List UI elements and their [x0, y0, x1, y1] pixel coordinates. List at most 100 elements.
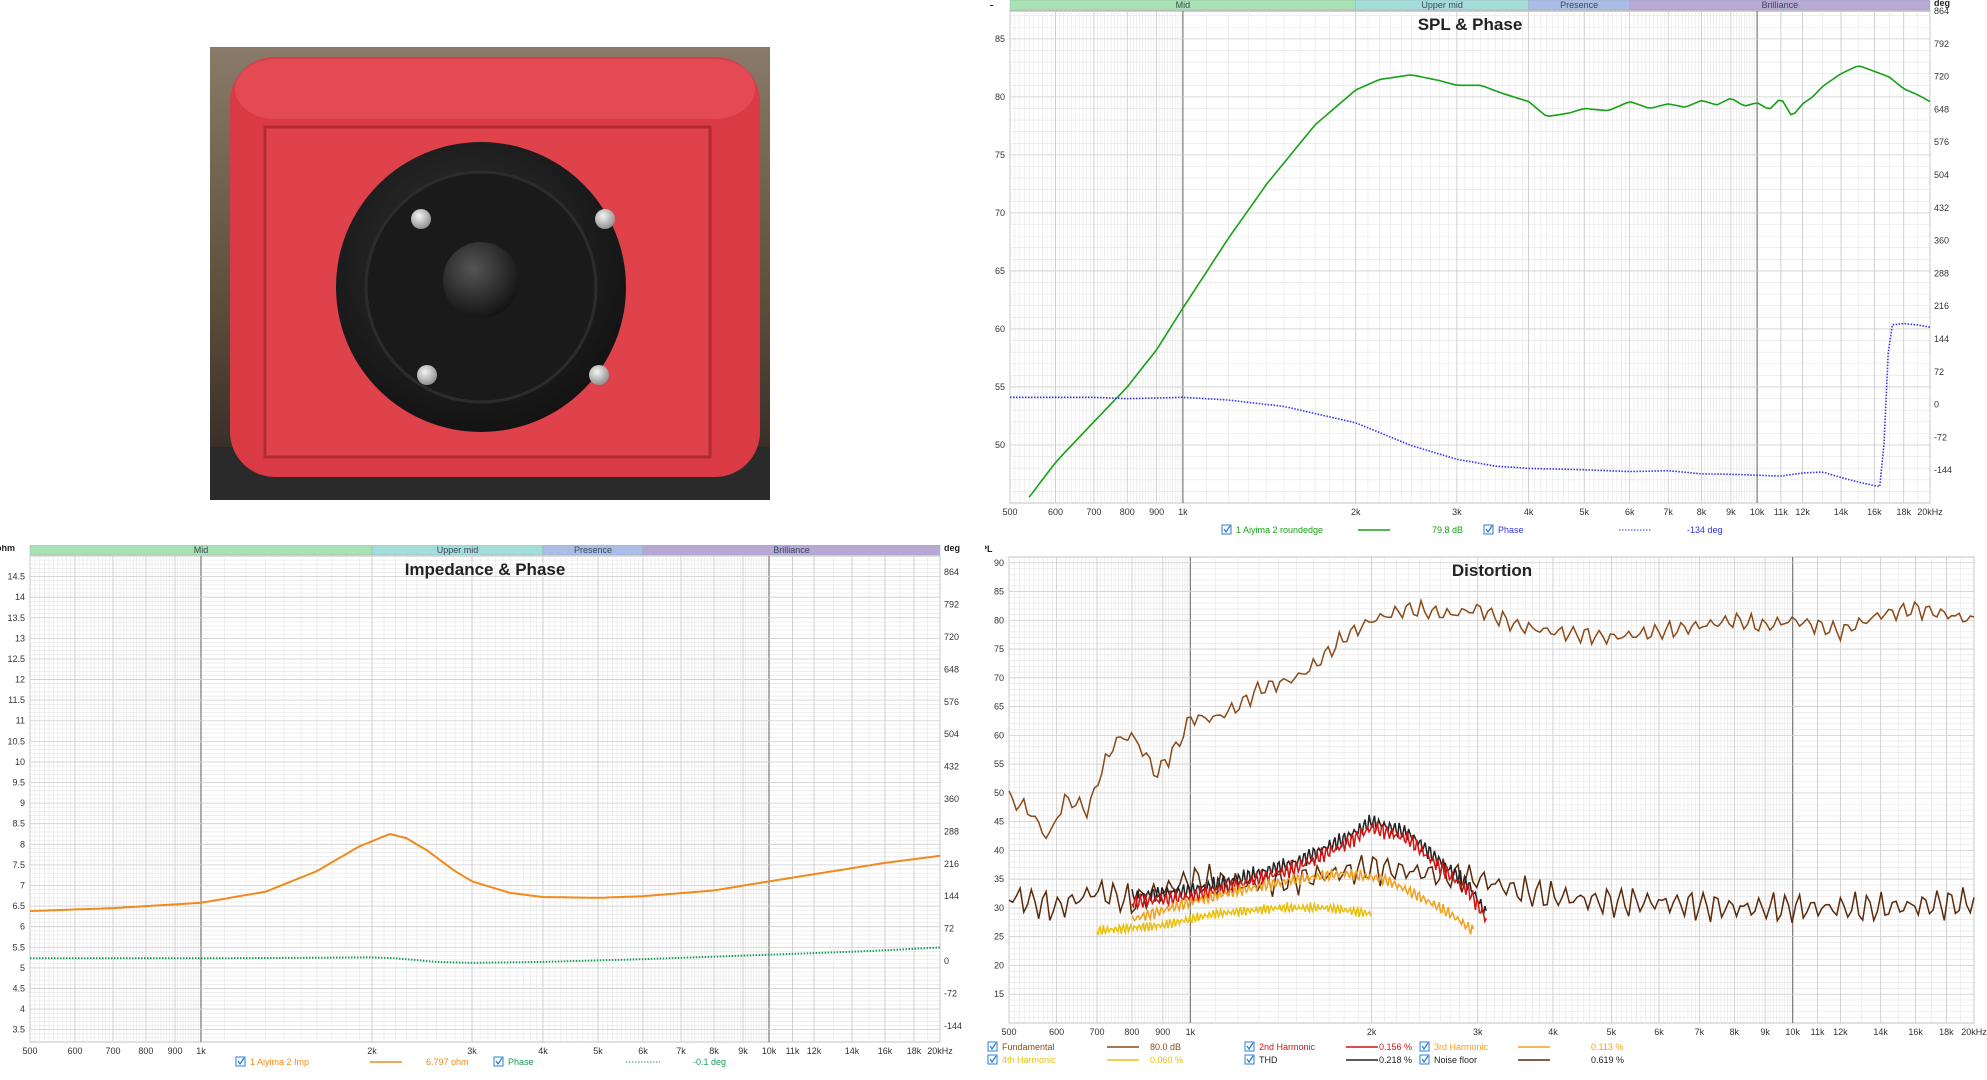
- x-tick-label: 11k: [1811, 1027, 1825, 1037]
- x-tick-label: 7k: [676, 1046, 686, 1056]
- x-tick-label: 7k: [1695, 1027, 1705, 1037]
- y-tick-label: 8: [20, 839, 25, 849]
- y-tick-label: 14.5: [7, 572, 25, 582]
- y2-tick-label: 432: [944, 762, 959, 772]
- x-tick-label: 9k: [738, 1046, 748, 1056]
- y2-tick-label: 504: [944, 729, 959, 739]
- x-tick-label: 16k: [1908, 1027, 1923, 1037]
- y-tick-label: 4: [20, 1004, 25, 1014]
- y-tick-label: 5.5: [12, 942, 25, 952]
- x-tick-label: 9k: [1760, 1027, 1770, 1037]
- y-tick-label: 65: [994, 702, 1004, 712]
- x-tick-label: 10k: [1750, 507, 1765, 517]
- legend-value: 0.619 %: [1591, 1055, 1624, 1065]
- x-tick-label: 10k: [762, 1046, 777, 1056]
- y2-tick-label: 0: [1934, 400, 1939, 410]
- y-tick-label: 8.5: [12, 819, 25, 829]
- y-tick-label: 85: [995, 34, 1005, 44]
- y2-tick-label: 504: [1934, 170, 1949, 180]
- y2-tick-label: -144: [1934, 465, 1952, 475]
- y-tick-label: 30: [994, 903, 1004, 913]
- band-label: Presence: [1560, 0, 1598, 10]
- legend-label: Noise floor: [1434, 1055, 1477, 1065]
- y2-tick-label: 72: [1934, 367, 1944, 377]
- x-tick-label: 10k: [1785, 1027, 1800, 1037]
- x-tick-label: 600: [1048, 507, 1063, 517]
- x-tick-label: 600: [1049, 1027, 1064, 1037]
- y2-tick-label: -72: [1934, 432, 1947, 442]
- legend-label: Phase: [508, 1057, 534, 1067]
- x-tick-label: 6k: [1654, 1027, 1664, 1037]
- x-tick-label: 4k: [538, 1046, 548, 1056]
- x-tick-label: 18k: [907, 1046, 922, 1056]
- y-tick-label: 7: [20, 880, 25, 890]
- x-tick-label: 12k: [807, 1046, 822, 1056]
- y2-tick-label: 216: [1934, 301, 1949, 311]
- y-axis-label: SPL: [990, 0, 994, 8]
- x-tick-label: 20kHz: [927, 1046, 953, 1056]
- y2-tick-label: 360: [1934, 236, 1949, 246]
- y2-tick-label: 720: [944, 632, 959, 642]
- y-tick-label: 50: [994, 788, 1004, 798]
- x-tick-label: 12k: [1795, 507, 1810, 517]
- y-tick-label: 70: [995, 208, 1005, 218]
- x-tick-label: 8k: [709, 1046, 719, 1056]
- y2-tick-label: 360: [944, 794, 959, 804]
- y-tick-label: 40: [994, 845, 1004, 855]
- x-tick-label: 14k: [845, 1046, 860, 1056]
- band-label: Brilliance: [1762, 0, 1799, 10]
- x-tick-label: 900: [1149, 507, 1164, 517]
- x-tick-label: 3k: [1473, 1027, 1483, 1037]
- y-tick-label: 65: [995, 266, 1005, 276]
- y-tick-label: 3.5: [12, 1025, 25, 1035]
- x-tick-label: 2k: [367, 1046, 377, 1056]
- y2-tick-label: 864: [944, 567, 959, 577]
- spl-phase-chart-panel: Mid Upper mid Presence Brilliance 500 600 700 8…: [976, 0, 1987, 545]
- x-tick-label: 11k: [1774, 507, 1788, 517]
- y-tick-label: 50: [995, 440, 1005, 450]
- legend-value: 0.156 %: [1379, 1042, 1412, 1052]
- y-tick-label: 75: [995, 150, 1005, 160]
- x-tick-label: 800: [1124, 1027, 1139, 1037]
- y-tick-label: 25: [994, 932, 1004, 942]
- y-tick-label: 7.5: [12, 860, 25, 870]
- legend-value: -134 deg: [1687, 525, 1723, 535]
- impedance-phase-chart: Mid Upper mid Presence Brilliance 500 600 700 8…: [0, 543, 962, 1067]
- x-tick-label: 14k: [1834, 507, 1849, 517]
- x-tick-label: 16k: [878, 1046, 893, 1056]
- band-label: Upper mid: [437, 545, 479, 555]
- y-tick-label: 13: [15, 633, 25, 643]
- x-tick-label: 14k: [1873, 1027, 1888, 1037]
- y-tick-label: 45: [994, 817, 1004, 827]
- x-tick-label: 700: [1086, 507, 1101, 517]
- y2-tick-label: 720: [1934, 72, 1949, 82]
- y-tick-label: 55: [994, 759, 1004, 769]
- x-tick-label: 800: [1120, 507, 1135, 517]
- x-tick-label: 4k: [1548, 1027, 1558, 1037]
- y-tick-label: 10.5: [7, 736, 25, 746]
- x-tick-label: 11k: [786, 1046, 800, 1056]
- y-tick-label: 55: [995, 382, 1005, 392]
- screw-icon: [411, 209, 431, 229]
- x-tick-label: 9k: [1726, 507, 1736, 517]
- y-tick-label: 9: [20, 798, 25, 808]
- band-label: Upper mid: [1421, 0, 1463, 10]
- spl-phase-chart: Mid Upper mid Presence Brilliance500 600 700 8…: [976, 0, 1952, 535]
- distortion-chart-panel: 500 600 700 800 900 1k 2k 3k 4k 5k 6k 7k 8k 9k 10k 11k 1…: [975, 544, 1987, 1075]
- legend-label: 3rd Harmonic: [1434, 1042, 1489, 1052]
- y-tick-label: 11.5: [8, 695, 25, 705]
- x-tick-label: 5k: [593, 1046, 603, 1056]
- x-tick-label: 5k: [1607, 1027, 1617, 1037]
- speaker-photo: [210, 47, 770, 500]
- screw-icon: [417, 365, 437, 385]
- screw-icon: [595, 209, 615, 229]
- y2-tick-label: 432: [1934, 203, 1949, 213]
- x-tick-label: 12k: [1833, 1027, 1848, 1037]
- band-label: Presence: [574, 545, 612, 555]
- y-tick-label: 11: [16, 716, 25, 726]
- chart-title: Distortion: [1452, 561, 1532, 580]
- x-tick-label: 700: [1090, 1027, 1105, 1037]
- y2-tick-label: 288: [1934, 268, 1949, 278]
- y-tick-label: 13.5: [7, 613, 25, 623]
- band-label: Brilliance: [773, 545, 810, 555]
